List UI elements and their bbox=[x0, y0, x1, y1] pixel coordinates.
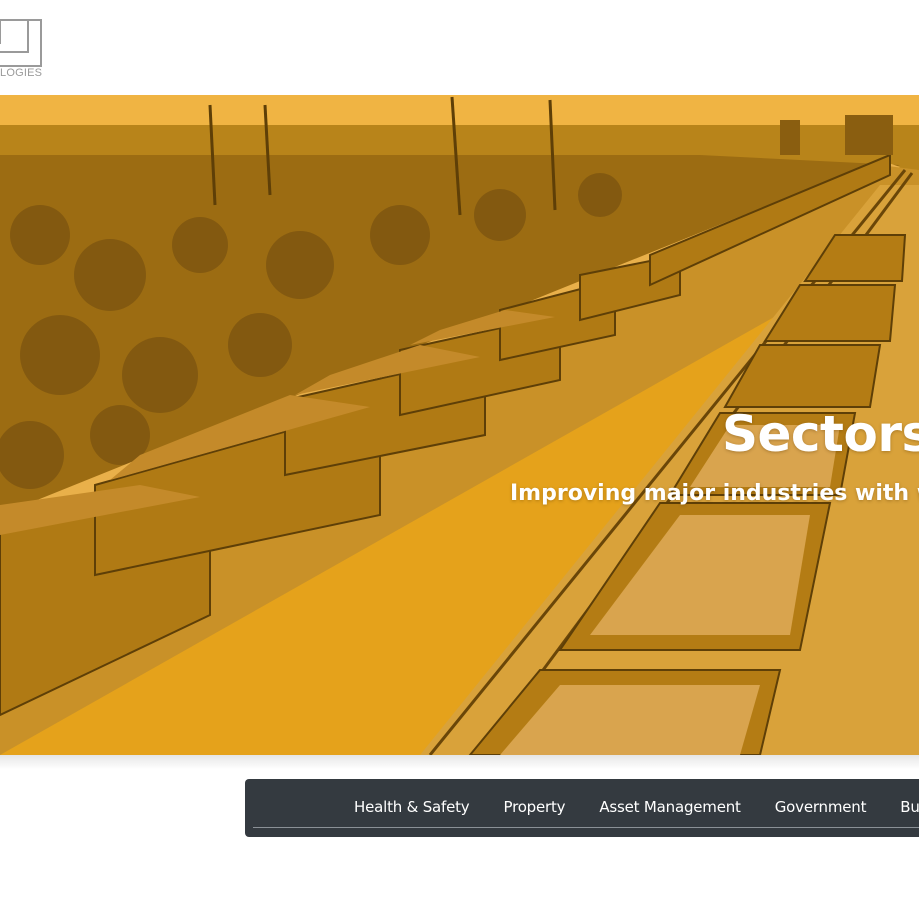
hero-title: Sectors bbox=[722, 405, 919, 463]
sector-nav-item-asset-management[interactable]: Asset Management bbox=[599, 798, 741, 816]
sector-nav-item-business[interactable]: Business bbox=[900, 798, 919, 816]
sector-nav-list: Health & Safety Property Asset Managemen… bbox=[354, 798, 919, 816]
site-logo[interactable]: LOGIES bbox=[0, 0, 60, 95]
site-header: LOGIES bbox=[0, 0, 919, 95]
sector-nav-item-government[interactable]: Government bbox=[775, 798, 867, 816]
hero-banner: Sectors Improving major industries with … bbox=[0, 95, 919, 755]
logo-mark-icon bbox=[0, 19, 42, 67]
sector-nav-divider bbox=[253, 827, 919, 828]
hero-shadow bbox=[0, 755, 919, 769]
logo-text: LOGIES bbox=[0, 67, 43, 79]
sector-nav-item-property[interactable]: Property bbox=[503, 798, 565, 816]
sector-nav-item-health-safety[interactable]: Health & Safety bbox=[354, 798, 470, 816]
hero-subtitle: Improving major industries with world bbox=[510, 481, 919, 506]
sector-nav: Health & Safety Property Asset Managemen… bbox=[245, 779, 919, 837]
page: LOGIES Sectors Improving major industrie… bbox=[0, 0, 919, 919]
